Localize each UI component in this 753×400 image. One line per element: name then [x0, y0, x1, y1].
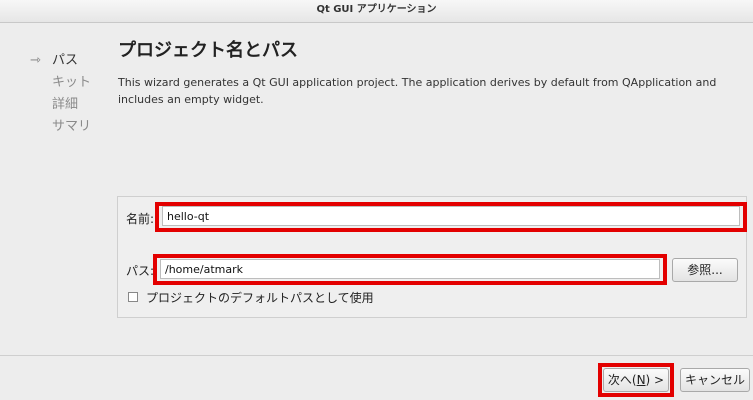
default-path-checkbox[interactable]	[128, 292, 138, 302]
step-summary-label: サマリ	[52, 119, 92, 134]
path-input-value: /home/atmark	[165, 263, 243, 276]
step-kit: キット	[30, 72, 91, 94]
arrow-right-icon: ⇾	[30, 53, 41, 68]
footer-separator	[0, 355, 753, 356]
step-summary: サマリ	[30, 116, 91, 138]
name-label: 名前:	[126, 212, 155, 226]
step-details-label: 詳細	[52, 97, 79, 112]
path-input[interactable]: /home/atmark	[160, 259, 660, 279]
name-input-value: hello-qt	[167, 210, 210, 223]
path-label: パス:	[126, 264, 155, 278]
next-button-suffix: ) >	[645, 373, 665, 387]
step-path-label: パス	[52, 53, 79, 68]
page-title: プロジェクト名とパス	[118, 40, 298, 61]
step-path: ⇾ パス	[30, 50, 91, 72]
next-button-mnemonic: N	[636, 373, 646, 387]
window-titlebar: Qt GUI アプリケーション	[0, 0, 753, 23]
step-details: 詳細	[30, 94, 91, 116]
cancel-button[interactable]: キャンセル	[680, 368, 750, 392]
page-description: This wizard generates a Qt GUI applicati…	[118, 76, 717, 106]
browse-button[interactable]: 参照...	[672, 258, 738, 282]
step-kit-label: キット	[52, 75, 92, 90]
next-button[interactable]: 次へ(N) >	[603, 368, 669, 392]
window-title: Qt GUI アプリケーション	[316, 4, 437, 15]
wizard-steps-nav: ⇾ パス キット 詳細 サマリ	[30, 50, 91, 138]
name-input[interactable]: hello-qt	[162, 206, 740, 226]
default-path-checkbox-label: プロジェクトのデフォルトパスとして使用	[146, 291, 374, 305]
next-button-prefix: 次へ(	[607, 373, 637, 387]
